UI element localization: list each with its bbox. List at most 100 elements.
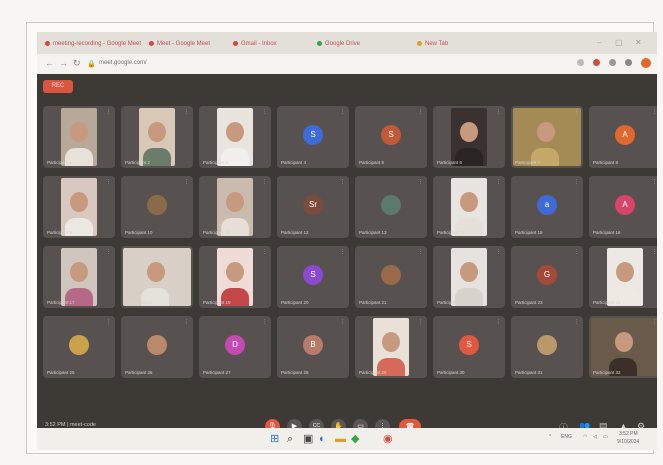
mic-off-icon: ⋮	[496, 249, 501, 255]
participant-tile[interactable]: ⋮ Participant 25	[43, 316, 115, 378]
volume-icon[interactable]: ◁	[593, 434, 597, 440]
extension-icon[interactable]	[609, 59, 616, 66]
participant-tile[interactable]: ⋮ Participant 6	[433, 106, 505, 168]
participant-video	[451, 108, 487, 166]
file-explorer-icon[interactable]: ▬	[335, 433, 346, 445]
chrome-icon[interactable]: ◉	[383, 433, 393, 445]
participant-avatar	[147, 195, 167, 215]
participant-face	[537, 122, 555, 142]
tray-time[interactable]: 3:52 PM	[619, 431, 638, 437]
participant-face	[460, 192, 478, 212]
close-icon[interactable]: ✕	[635, 38, 642, 47]
participant-avatar: B	[303, 335, 323, 355]
extension-icon[interactable]	[625, 59, 632, 66]
minimize-icon[interactable]: –	[597, 38, 601, 47]
mic-off-icon: ⋮	[652, 249, 657, 255]
battery-icon[interactable]: ▭	[603, 434, 608, 440]
search-icon[interactable]: ⌕	[287, 433, 293, 445]
windows-taskbar: ⊞ ⌕ ▣ ◐ ▬ ◆ ◉ ^ ENG ◠ ◁ ▭ 3:52 PM 9/10/2…	[37, 428, 657, 450]
wifi-icon[interactable]: ◠	[583, 434, 587, 440]
participant-tile[interactable]: A ⋮ Participant 16	[589, 176, 657, 238]
participant-tile[interactable]: S ⋮ Participant 20	[277, 246, 349, 308]
participant-tile[interactable]: ⋮ Participant 3	[199, 106, 271, 168]
participant-name: Participant 1	[47, 160, 73, 165]
mic-off-icon: ⋮	[340, 319, 345, 325]
lock-icon: 🔒	[87, 61, 96, 68]
mic-off-icon: ⋮	[106, 109, 111, 115]
participant-tile[interactable]: ⋮ Participant 14	[433, 176, 505, 238]
reload-icon[interactable]: ↻	[73, 58, 81, 69]
participant-avatar: A	[615, 125, 635, 145]
participant-tile[interactable]: B ⋮ Participant 28	[277, 316, 349, 378]
participant-tile[interactable]: D ⋮ Participant 27	[199, 316, 271, 378]
extension-icon[interactable]	[593, 59, 600, 66]
store-icon[interactable]: ◆	[351, 433, 359, 445]
participant-tile[interactable]: S ⋮ Participant 30	[433, 316, 505, 378]
browser-tab-5[interactable]: New Tab	[417, 37, 487, 51]
participant-tile[interactable]: ⋮ Participant 18	[121, 246, 193, 308]
browser-tab-2[interactable]: Meet - Google Meet	[149, 37, 229, 51]
browser-tab-4[interactable]: Google Drive	[317, 37, 387, 51]
mic-off-icon: ⋮	[652, 319, 657, 325]
profile-avatar[interactable]	[641, 58, 651, 68]
participant-tile[interactable]: ⋮ Participant 26	[121, 316, 193, 378]
participant-tile[interactable]: ⋮ Participant 2	[121, 106, 193, 168]
tray-chevron-icon[interactable]: ^	[549, 434, 551, 440]
maximize-icon[interactable]: ▢	[615, 38, 623, 47]
participant-name: Participant 10	[125, 230, 153, 235]
edge-icon[interactable]: ◐	[319, 433, 326, 445]
participant-tile[interactable]: S ⋮ Participant 4	[277, 106, 349, 168]
participant-tile[interactable]: ⋮ Participant 7	[511, 106, 583, 168]
participant-face	[460, 122, 478, 142]
participant-tile[interactable]: Sr ⋮ Participant 12	[277, 176, 349, 238]
forward-icon[interactable]: →	[59, 58, 68, 68]
participant-name: Participant 6	[437, 160, 463, 165]
participant-tile[interactable]: ⋮ Participant 31	[511, 316, 583, 378]
participant-tile[interactable]: S ⋮ Participant 5	[355, 106, 427, 168]
participant-name: Participant 18	[125, 300, 153, 305]
mic-off-icon: ⋮	[574, 179, 579, 185]
tab-favicon-icon	[149, 40, 154, 46]
participant-tile[interactable]: A ⋮ Participant 8	[589, 106, 657, 168]
participant-tile[interactable]: ⋮ Participant 21	[355, 246, 427, 308]
taskview-icon[interactable]: ▣	[303, 433, 313, 445]
participant-face	[226, 262, 244, 282]
participant-name: Participant 27	[203, 370, 231, 375]
participant-name: Participant 23	[515, 300, 543, 305]
language-indicator[interactable]: ENG	[561, 434, 572, 440]
mic-off-icon: ⋮	[496, 109, 501, 115]
back-icon[interactable]: ←	[45, 58, 54, 68]
participant-name: Participant 12	[281, 230, 309, 235]
participant-tile[interactable]: ⋮ Participant 22	[433, 246, 505, 308]
participant-name: Participant 20	[281, 300, 309, 305]
participant-tile[interactable]: ⋮ Participant 10	[121, 176, 193, 238]
browser-tab-3[interactable]: Gmail - Inbox	[233, 37, 313, 51]
participant-tile[interactable]: ⋮ Participant 17	[43, 246, 115, 308]
meet-stage: REC ⋮ Participant 1 ⋮ Participant 2 ⋮ Partici…	[37, 74, 657, 440]
participant-tile[interactable]: ⋮ Participant 19	[199, 246, 271, 308]
participant-tile[interactable]: G ⋮ Participant 23	[511, 246, 583, 308]
mic-off-icon: ⋮	[574, 319, 579, 325]
participant-video	[607, 248, 643, 306]
mic-off-icon: ⋮	[184, 179, 189, 185]
tray-date[interactable]: 9/10/2024	[617, 439, 639, 445]
start-icon[interactable]: ⊞	[270, 433, 279, 445]
participant-tile[interactable]: ⋮ Participant 29	[355, 316, 427, 378]
extension-icon[interactable]	[577, 59, 584, 66]
participant-avatar	[69, 335, 89, 355]
participant-tile[interactable]: ⋮ Participant 1	[43, 106, 115, 168]
participant-face	[616, 262, 634, 282]
participant-avatar: S	[459, 335, 479, 355]
url-field[interactable]: meet.google.com/	[99, 58, 219, 69]
participant-video	[61, 248, 97, 306]
participant-tile[interactable]: ⋮ Participant 13	[355, 176, 427, 238]
participant-name: Participant 28	[281, 370, 309, 375]
participant-tile[interactable]: ⋮ Participant 11	[199, 176, 271, 238]
participant-tile[interactable]: a ⋮ Participant 15	[511, 176, 583, 238]
browser-tab-1[interactable]: meeting-recording - Google Meet	[45, 37, 145, 51]
browser-window: meeting-recording - Google Meet Meet - G…	[37, 32, 657, 440]
participant-tile[interactable]: ⋮ Participant 9	[43, 176, 115, 238]
participant-video	[451, 178, 487, 236]
participant-tile[interactable]: ⋮ Participant 24	[589, 246, 657, 308]
participant-tile[interactable]: ⋮ Participant 32	[589, 316, 657, 378]
